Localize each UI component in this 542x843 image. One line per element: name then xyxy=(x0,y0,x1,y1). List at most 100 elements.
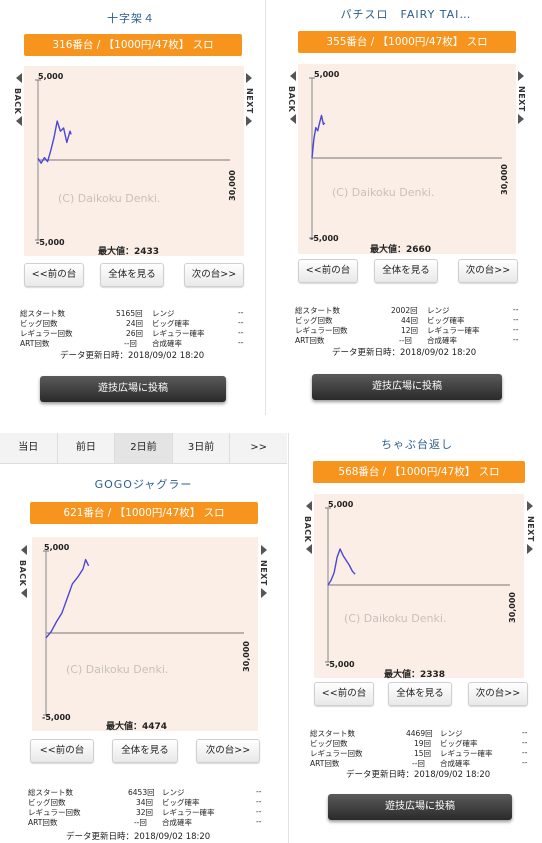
machine-title[interactable]: ちゃぶ台返し xyxy=(292,436,542,452)
next-arrow-up-icon[interactable] xyxy=(518,71,524,81)
next-arrow-up-icon[interactable] xyxy=(246,73,252,83)
tab-3-days-ago[interactable]: 3日前 xyxy=(173,433,231,463)
tab-2-days-ago[interactable]: 2日前 xyxy=(115,433,173,463)
next-label[interactable]: NEXT xyxy=(245,88,254,114)
stat-value: -- xyxy=(522,728,528,737)
y-tick-top: 5,000 xyxy=(314,70,340,79)
tab-more[interactable]: >> xyxy=(230,433,287,463)
tab-yesterday[interactable]: 前日 xyxy=(58,433,116,463)
y-tick-bottom: -5,000 xyxy=(36,238,65,247)
post-to-forum-button[interactable]: 遊技広場に投稿 xyxy=(40,376,226,402)
stat-value: -- xyxy=(256,807,262,816)
prev-machine-button[interactable]: <<前の台 xyxy=(298,259,358,283)
graph-svg xyxy=(35,79,230,241)
max-value: 最大値：2433 xyxy=(98,247,160,257)
post-to-forum-button[interactable]: 遊技広場に投稿 xyxy=(312,374,502,400)
difference-series-line xyxy=(311,114,326,159)
y-tick-bottom: -5,000 xyxy=(326,660,355,669)
max-value: 最大値：2338 xyxy=(384,670,446,680)
prev-machine-button[interactable]: <<前の台 xyxy=(30,739,94,763)
stat-value: -- xyxy=(256,817,262,826)
back-arrow-down-icon[interactable] xyxy=(306,544,312,554)
stat-value: -- xyxy=(513,335,519,344)
post-to-forum-button[interactable]: 遊技広場に投稿 xyxy=(328,794,512,820)
next-label[interactable]: NEXT xyxy=(526,516,535,542)
stat-label: ART回数 xyxy=(20,339,50,348)
stat-label: 合成確率 xyxy=(162,818,192,827)
back-arrow-down-icon[interactable] xyxy=(21,588,27,598)
max-value: 最大値：2660 xyxy=(370,245,432,255)
view-all-button[interactable]: 全体を見る xyxy=(374,259,438,283)
stat-value: -- xyxy=(522,758,528,767)
machine-info-bar: 568番台 / 【1000円/47枚】 スロ xyxy=(313,461,525,483)
back-arrow-up-icon[interactable] xyxy=(290,71,296,81)
back-arrow-down-icon[interactable] xyxy=(16,116,22,126)
next-arrow-down-icon[interactable] xyxy=(261,588,267,598)
stat-value: -- xyxy=(522,738,528,747)
chart-area: 5,000 -5,000 30,000 (C) Daikoku Denki. 最… xyxy=(298,64,516,255)
stat-value: -- xyxy=(256,787,262,796)
update-timestamp: データ更新日時：2018/09/02 18:20 xyxy=(66,832,211,842)
machine-title[interactable]: パチスロ FAIRY TAI… xyxy=(270,6,542,22)
stats-table: 総スタート数 4469回 レンジ -- ビッグ回数 19回 ビッグ確率 -- レギュラー回数… xyxy=(310,728,536,768)
next-machine-button[interactable]: 次の台>> xyxy=(196,739,260,763)
back-arrow-up-icon[interactable] xyxy=(306,501,312,511)
y-tick-bottom: -5,000 xyxy=(310,234,339,243)
stat-value: -- xyxy=(238,328,244,337)
machine-info-bar: 316番台 / 【1000円/47枚】 スロ xyxy=(24,34,242,56)
next-arrow-up-icon[interactable] xyxy=(261,545,267,555)
stat-value: -- xyxy=(522,748,528,757)
next-label[interactable]: NEXT xyxy=(517,86,526,112)
next-arrow-up-icon[interactable] xyxy=(527,501,533,511)
view-all-button[interactable]: 全体を見る xyxy=(112,739,178,763)
next-machine-button[interactable]: 次の台>> xyxy=(468,682,528,706)
difference-series-line xyxy=(327,548,356,586)
stat-value: -- xyxy=(513,305,519,314)
next-arrow-down-icon[interactable] xyxy=(518,114,524,124)
next-arrow-down-icon[interactable] xyxy=(246,116,252,126)
back-label[interactable]: BACK xyxy=(287,86,296,112)
back-arrow-up-icon[interactable] xyxy=(16,73,22,83)
next-arrow-down-icon[interactable] xyxy=(527,544,533,554)
chart-area: 5,000 -5,000 30,000 (C) Daikoku Denki. 最… xyxy=(24,66,244,257)
y-tick-top: 5,000 xyxy=(38,72,64,81)
stats-table: 総スタート数 5165回 レンジ -- ビッグ回数 24回 ビッグ確率 -- レギュラー回数… xyxy=(20,308,250,348)
machine-title[interactable]: GOGOジャグラー xyxy=(0,476,287,492)
y-tick-top: 5,000 xyxy=(328,500,354,509)
machine-info-bar: 621番台 / 【1000円/47枚】 スロ xyxy=(30,502,258,524)
difference-series-line xyxy=(37,120,72,164)
prev-machine-button[interactable]: <<前の台 xyxy=(24,263,84,287)
tab-today[interactable]: 当日 xyxy=(0,433,58,463)
view-all-button[interactable]: 全体を見る xyxy=(100,263,164,287)
back-label[interactable]: BACK xyxy=(18,560,27,586)
back-arrow-down-icon[interactable] xyxy=(290,114,296,124)
stats-table: 総スタート数 2002回 レンジ -- ビッグ回数 44回 ビッグ確率 -- レギュラー回数… xyxy=(295,305,525,345)
back-arrow-up-icon[interactable] xyxy=(21,545,27,555)
watermark: (C) Daikoku Denki. xyxy=(344,612,447,625)
machine-panel-1: パチスロ FAIRY TAI… 355番台 / 【1000円/47枚】 スロ 5… xyxy=(270,0,542,415)
stat-label: 合成確率 xyxy=(427,336,457,345)
machine-panel-0: 十字架４ 316番台 / 【1000円/47枚】 スロ 5,000 -5,000… xyxy=(0,0,262,415)
machine-panel-2: GOGOジャグラー 621番台 / 【1000円/47枚】 スロ 5,000 -… xyxy=(0,464,287,843)
stat-value: -- xyxy=(256,797,262,806)
x-tick: 30,000 xyxy=(508,592,517,623)
next-label[interactable]: NEXT xyxy=(259,560,268,586)
next-machine-button[interactable]: 次の台>> xyxy=(458,259,518,283)
stat-value: -- xyxy=(238,308,244,317)
day-tabs: 当日 前日 2日前 3日前 >> xyxy=(0,433,287,464)
back-label[interactable]: BACK xyxy=(13,88,22,114)
view-all-button[interactable]: 全体を見る xyxy=(388,682,452,706)
divider xyxy=(288,433,289,843)
back-label[interactable]: BACK xyxy=(303,516,312,542)
stat-value: --回 xyxy=(134,818,147,827)
stat-label: ART回数 xyxy=(295,336,325,345)
stat-value: -- xyxy=(238,318,244,327)
update-timestamp: データ更新日時：2018/09/02 18:20 xyxy=(332,348,477,358)
watermark: (C) Daikoku Denki. xyxy=(66,663,169,676)
next-machine-button[interactable]: 次の台>> xyxy=(184,263,244,287)
graph-svg xyxy=(325,507,510,663)
machine-title[interactable]: 十字架４ xyxy=(0,10,262,26)
y-tick-bottom: -5,000 xyxy=(42,713,71,722)
prev-machine-button[interactable]: <<前の台 xyxy=(314,682,374,706)
graph-svg xyxy=(43,550,244,716)
